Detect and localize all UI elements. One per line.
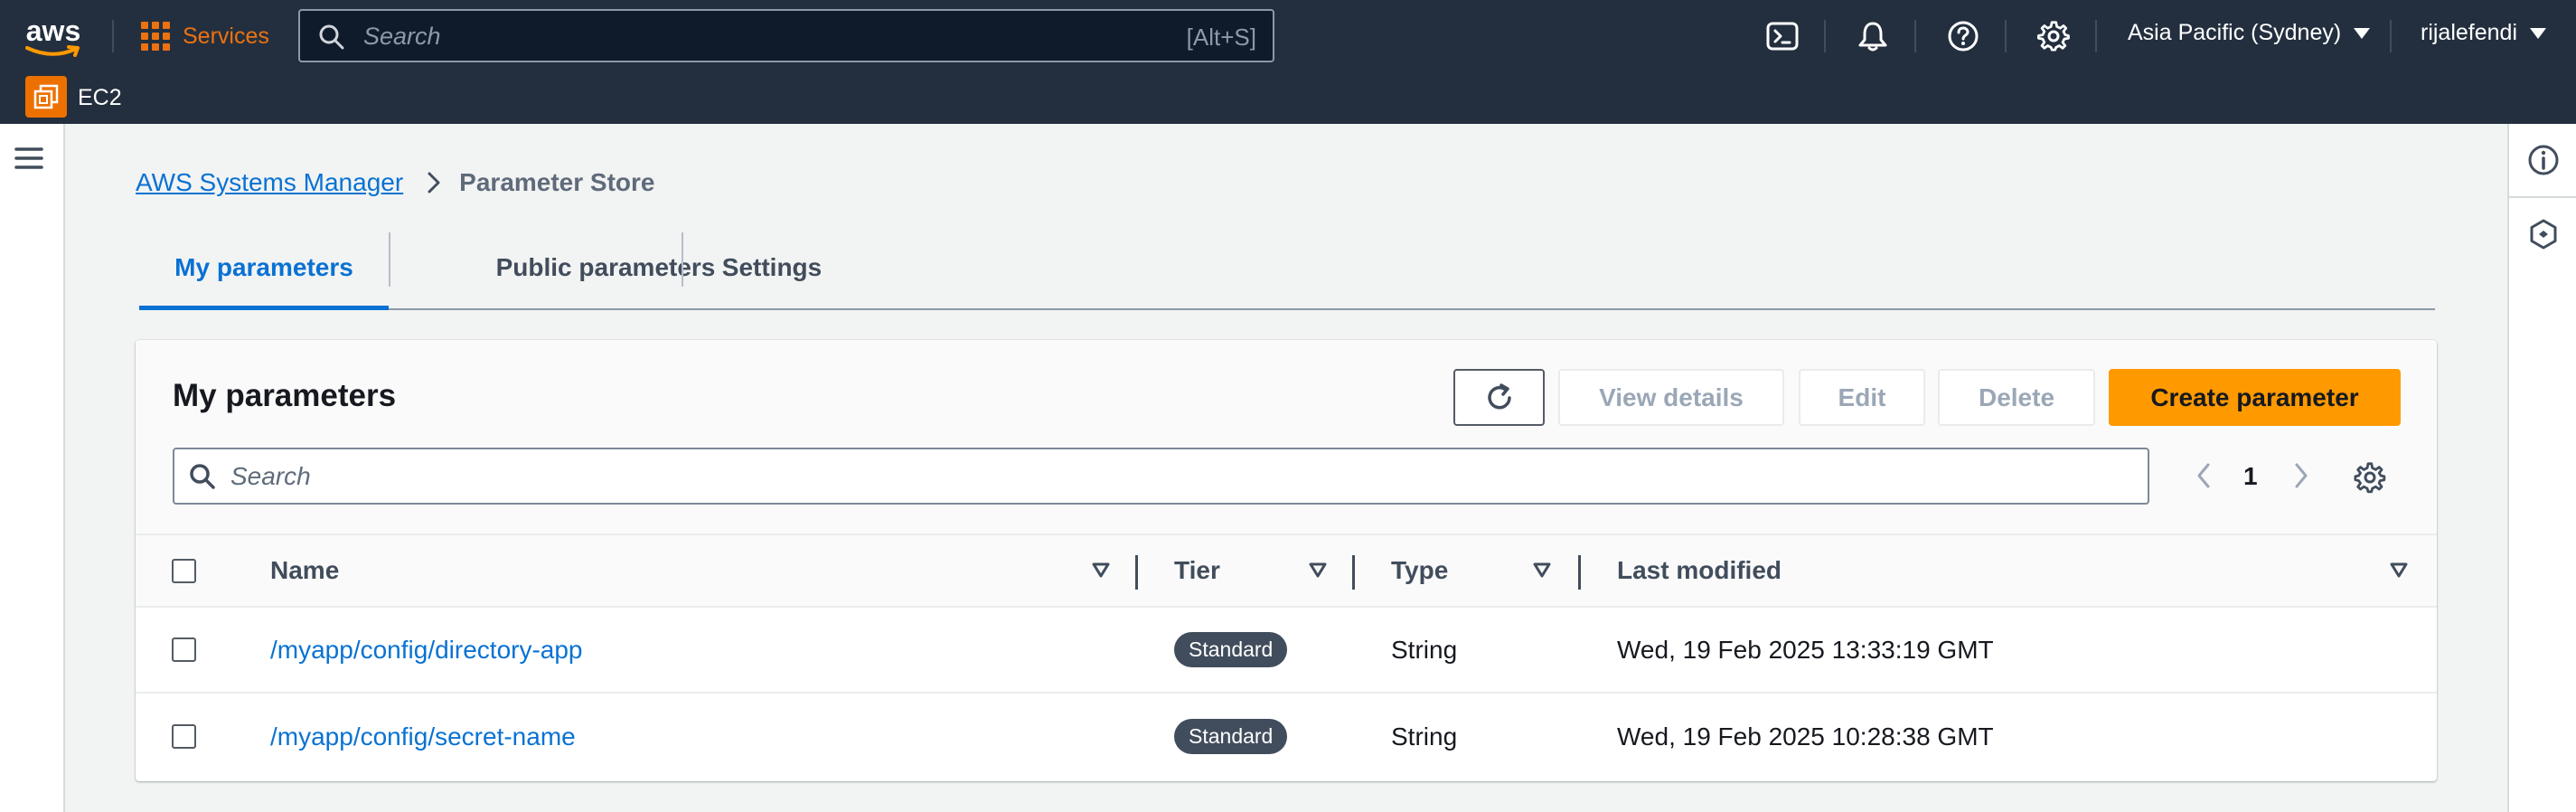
column-resizer[interactable] bbox=[1578, 555, 1581, 590]
nav-divider bbox=[1914, 20, 1916, 52]
global-search-input[interactable] bbox=[363, 20, 1086, 52]
tab-label: My parameters bbox=[174, 252, 353, 281]
aws-smile-icon bbox=[25, 45, 80, 57]
account-menu[interactable]: rijalefendi bbox=[2421, 20, 2547, 46]
column-header-type[interactable]: Type bbox=[1391, 535, 1448, 606]
parameter-name-link[interactable]: /myapp/config/directory-app bbox=[270, 608, 583, 692]
settings-gear-icon[interactable] bbox=[2035, 18, 2072, 54]
breadcrumb: AWS Systems Manager Parameter Store bbox=[136, 166, 655, 199]
sort-caret-icon[interactable] bbox=[2390, 562, 2408, 579]
left-navigation-drawer bbox=[0, 124, 65, 812]
edit-button[interactable]: Edit bbox=[1799, 369, 1925, 426]
column-resizer[interactable] bbox=[1352, 555, 1355, 590]
panel-header: My parameters View details Edit Delete C… bbox=[136, 340, 2437, 535]
previous-page-icon[interactable] bbox=[2195, 461, 2213, 490]
service-shortcuts-bar: EC2 bbox=[0, 72, 2576, 124]
column-resizer[interactable] bbox=[1135, 555, 1138, 590]
services-label: Services bbox=[183, 23, 269, 49]
tools-rail bbox=[2507, 124, 2576, 812]
nav-divider bbox=[2005, 20, 2007, 52]
tab-label: Settings bbox=[721, 252, 823, 281]
tutorial-hexagon-icon[interactable] bbox=[2527, 218, 2560, 250]
nav-divider bbox=[1824, 20, 1826, 52]
tab-my-parameters[interactable]: My parameters bbox=[139, 226, 389, 310]
aws-logo[interactable]: aws bbox=[24, 16, 83, 58]
refresh-button[interactable] bbox=[1453, 369, 1545, 426]
breadcrumb-systems-manager-link[interactable]: AWS Systems Manager bbox=[136, 168, 403, 197]
table-row[interactable]: /myapp/config/secret-name Standard Strin… bbox=[136, 694, 2437, 780]
caret-down-icon bbox=[2354, 27, 2371, 39]
column-header-name[interactable]: Name bbox=[270, 535, 339, 606]
help-icon[interactable] bbox=[1945, 18, 1981, 54]
table-preferences-gear-icon[interactable] bbox=[2354, 461, 2386, 494]
services-grid-icon bbox=[141, 22, 170, 51]
sort-caret-icon[interactable] bbox=[1533, 562, 1551, 579]
parameter-name-link[interactable]: /myapp/config/secret-name bbox=[270, 694, 576, 779]
view-details-button[interactable]: View details bbox=[1558, 369, 1784, 426]
region-label: Asia Pacific (Sydney) bbox=[2128, 20, 2342, 45]
my-parameters-panel: My parameters View details Edit Delete C… bbox=[136, 340, 2437, 781]
tier-badge: Standard bbox=[1174, 719, 1288, 754]
hamburger-menu-icon[interactable] bbox=[14, 146, 43, 171]
chevron-right-icon bbox=[427, 171, 441, 194]
services-menu-button[interactable]: Services bbox=[141, 20, 269, 52]
parameter-search-input[interactable] bbox=[230, 460, 1857, 493]
type-cell: String bbox=[1391, 635, 1458, 664]
create-parameter-button[interactable]: Create parameter bbox=[2109, 369, 2401, 426]
nav-divider bbox=[2390, 20, 2392, 52]
row-select-checkbox[interactable] bbox=[172, 724, 196, 749]
last-modified-cell: Wed, 19 Feb 2025 13:33:19 GMT bbox=[1617, 635, 1994, 664]
select-all-checkbox[interactable] bbox=[172, 559, 196, 583]
column-header-tier[interactable]: Tier bbox=[1174, 535, 1220, 606]
breadcrumb-current-page: Parameter Store bbox=[459, 168, 655, 196]
tier-cell: Standard bbox=[1174, 694, 1288, 779]
caret-down-icon bbox=[2530, 27, 2547, 39]
top-navigation-row: aws Services [Alt+S] bbox=[0, 0, 2576, 72]
column-header-last-modified[interactable]: Last modified bbox=[1617, 535, 1782, 606]
table-row[interactable]: /myapp/config/directory-app Standard Str… bbox=[136, 608, 2437, 694]
cloudshell-icon[interactable] bbox=[1764, 18, 1800, 54]
search-icon bbox=[190, 464, 215, 489]
parameter-store-tabs: My parameters Public parameters Settings bbox=[139, 226, 2435, 310]
tools-rail-divider bbox=[2509, 196, 2576, 198]
type-cell: String bbox=[1391, 722, 1458, 751]
aws-logo-text: aws bbox=[25, 14, 81, 47]
search-shortcut-hint: [Alt+S] bbox=[1186, 24, 1256, 51]
top-navigation-bar: aws Services [Alt+S] bbox=[0, 0, 2576, 124]
bell-icon[interactable] bbox=[1855, 18, 1891, 54]
username-label: rijalefendi bbox=[2421, 20, 2518, 45]
current-page-number[interactable]: 1 bbox=[2243, 462, 2258, 491]
nav-divider bbox=[112, 20, 114, 52]
last-modified-cell: Wed, 19 Feb 2025 10:28:38 GMT bbox=[1617, 722, 1994, 751]
parameter-search-box[interactable] bbox=[173, 448, 2149, 505]
parameters-table-header: Name Tier Type Last modified bbox=[136, 535, 2437, 608]
info-icon[interactable] bbox=[2527, 144, 2560, 176]
row-select-checkbox[interactable] bbox=[172, 637, 196, 662]
panel-title: My parameters bbox=[173, 378, 397, 413]
tab-settings[interactable]: Settings bbox=[683, 226, 860, 308]
refresh-icon bbox=[1487, 382, 1511, 409]
next-page-icon[interactable] bbox=[2292, 461, 2310, 490]
search-icon bbox=[319, 24, 344, 50]
global-search-box[interactable]: [Alt+S] bbox=[298, 9, 1274, 62]
delete-button[interactable]: Delete bbox=[1938, 369, 2095, 426]
ec2-service-icon[interactable] bbox=[25, 76, 67, 118]
tier-cell: Standard bbox=[1174, 608, 1288, 692]
region-selector[interactable]: Asia Pacific (Sydney) bbox=[2128, 20, 2371, 46]
nav-divider bbox=[2095, 20, 2097, 52]
ec2-service-link[interactable]: EC2 bbox=[78, 85, 122, 111]
tier-badge: Standard bbox=[1174, 632, 1288, 667]
sort-caret-icon[interactable] bbox=[1092, 562, 1110, 579]
sort-caret-icon[interactable] bbox=[1309, 562, 1327, 579]
